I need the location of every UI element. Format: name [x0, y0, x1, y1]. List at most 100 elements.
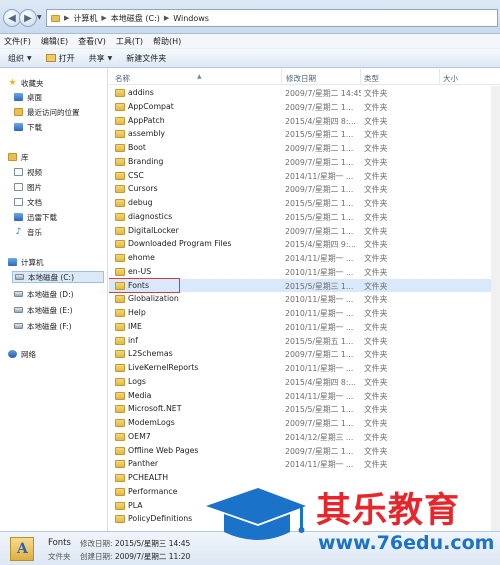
nav-pictures[interactable]: 图片: [14, 181, 42, 193]
column-type[interactable]: 类型: [364, 73, 379, 84]
file-row[interactable]: assembly 2015/5/星期二 1... 文件夹: [109, 127, 493, 141]
organize-button[interactable]: 组织 ▼: [8, 53, 32, 64]
file-row[interactable]: Media 2014/11/星期一 ... 文件夹: [109, 389, 493, 403]
nav-libraries[interactable]: 库: [8, 151, 29, 163]
file-row[interactable]: Cursors 2009/7/星期二 1... 文件夹: [109, 182, 493, 196]
file-row[interactable]: addins 2009/7/星期二 14:45 文件夹: [109, 86, 493, 100]
share-button[interactable]: 共享 ▼: [89, 53, 113, 64]
file-type: 文件夹: [364, 460, 388, 470]
file-row[interactable]: DigitalLocker 2009/7/星期二 1... 文件夹: [109, 224, 493, 238]
file-row[interactable]: ehome 2014/11/星期一 ... 文件夹: [109, 251, 493, 265]
forward-button[interactable]: ▶: [19, 9, 37, 27]
folder-icon: [115, 350, 125, 359]
file-row[interactable]: OEM7 2014/12/星期三 ... 文件夹: [109, 430, 493, 444]
file-row[interactable]: Help 2010/11/星期一 ... 文件夹: [109, 306, 493, 320]
file-type: 文件夹: [364, 212, 388, 222]
file-row[interactable]: AppPatch 2015/4/星期四 8:... 文件夹: [109, 114, 493, 128]
breadcrumb-drive-c[interactable]: 本地磁盘 (C:): [111, 13, 160, 24]
file-row[interactable]: LiveKernelReports 2010/11/星期一 ... 文件夹: [109, 361, 493, 375]
menu-help[interactable]: 帮助(H): [153, 36, 181, 47]
new-folder-button[interactable]: 新建文件夹: [126, 53, 166, 64]
column-divider[interactable]: [281, 69, 282, 85]
hard-drive-icon: [14, 291, 23, 297]
recent-pages-dropdown-icon[interactable]: ▼: [37, 14, 42, 21]
nav-network[interactable]: 网络: [8, 348, 36, 360]
column-size[interactable]: 大小: [443, 73, 458, 84]
file-row[interactable]: AppCompat 2009/7/星期二 1... 文件夹: [109, 100, 493, 114]
downloads-icon: [14, 123, 23, 131]
nav-drive-f[interactable]: 本地磁盘 (F:): [14, 320, 72, 332]
nav-drive-e[interactable]: 本地磁盘 (E:): [14, 304, 73, 316]
nav-desktop[interactable]: 桌面: [14, 91, 42, 103]
nav-music[interactable]: ♪ 音乐: [14, 226, 42, 238]
file-row[interactable]: ModemLogs 2009/7/星期二 1... 文件夹: [109, 416, 493, 430]
menu-tools[interactable]: 工具(T): [116, 36, 143, 47]
nav-documents[interactable]: 文档: [14, 196, 42, 208]
xunlei-icon: [14, 213, 23, 221]
folder-icon: [115, 267, 125, 276]
menu-file[interactable]: 文件(F): [4, 36, 31, 47]
file-row[interactable]: Downloaded Program Files 2015/4/星期四 9:...…: [109, 237, 493, 251]
file-name: IME: [128, 321, 142, 331]
file-name: Boot: [128, 143, 146, 152]
folder-icon: [115, 130, 125, 139]
file-row[interactable]: L2Schemas 2009/7/星期二 1... 文件夹: [109, 347, 493, 361]
breadcrumb-windows[interactable]: Windows: [173, 14, 209, 23]
column-name[interactable]: 名称: [115, 73, 130, 84]
file-date: 2014/11/星期一 ...: [285, 391, 354, 401]
file-row[interactable]: Globalization 2010/11/星期一 ... 文件夹: [109, 292, 493, 306]
address-bar[interactable]: ▶ 计算机 ▶ 本地磁盘 (C:) ▶ Windows: [46, 9, 498, 27]
nav-videos[interactable]: 视频: [14, 166, 42, 178]
chevron-right-icon[interactable]: ▶: [164, 14, 169, 22]
file-type: 文件夹: [364, 295, 388, 305]
file-type: 文件夹: [364, 185, 388, 195]
folder-icon: [115, 212, 125, 221]
menu-edit[interactable]: 编辑(E): [41, 36, 68, 47]
nav-drive-c[interactable]: 本地磁盘 (C:): [12, 271, 104, 283]
file-row[interactable]: Offline Web Pages 2009/7/星期二 1... 文件夹: [109, 444, 493, 458]
chevron-right-icon[interactable]: ▶: [64, 14, 69, 22]
file-row[interactable]: IME 2010/11/星期一 ... 文件夹: [109, 320, 493, 334]
open-button[interactable]: 打开: [45, 53, 75, 64]
details-modified: 修改日期: 2015/5/星期三 14:45: [80, 539, 191, 548]
nav-xunlei-downloads[interactable]: 迅雷下载: [14, 211, 57, 223]
column-divider[interactable]: [360, 69, 361, 85]
folder-icon: [115, 322, 125, 331]
file-row[interactable]: Microsoft.NET 2015/5/星期二 1... 文件夹: [109, 402, 493, 416]
file-date: 2009/7/星期二 1...: [285, 419, 354, 428]
address-row: ◀ ▶ ▼ ▶ 计算机 ▶ 本地磁盘 (C:) ▶ Windows: [0, 0, 500, 34]
file-name: Globalization: [128, 294, 179, 304]
column-date[interactable]: 修改日期: [286, 73, 316, 84]
network-icon: [8, 350, 17, 358]
file-row[interactable]: Panther 2014/11/星期一 ... 文件夹: [109, 457, 493, 471]
nav-favorites[interactable]: ★ 收藏夹: [8, 77, 43, 89]
menu-view[interactable]: 查看(V): [78, 36, 106, 47]
file-name: Logs: [128, 376, 146, 386]
file-row[interactable]: CSC 2014/11/星期一 ... 文件夹: [109, 169, 493, 183]
nav-computer[interactable]: 计算机: [8, 256, 44, 268]
vertical-scrollbar[interactable]: [491, 86, 500, 531]
file-type: 文件夹: [364, 391, 388, 401]
chevron-right-icon[interactable]: ▶: [101, 14, 106, 22]
folder-icon: [115, 295, 125, 304]
file-date: 2009/7/星期二 1...: [285, 185, 354, 195]
file-type: 文件夹: [364, 89, 388, 98]
hard-drive-icon: [15, 274, 24, 280]
file-row[interactable]: en-US 2010/11/星期一 ... 文件夹: [109, 265, 493, 279]
breadcrumb-computer[interactable]: 计算机: [73, 13, 97, 24]
file-row[interactable]: Branding 2009/7/星期二 1... 文件夹: [109, 155, 493, 169]
file-date: 2014/11/星期一 ...: [285, 460, 354, 470]
nav-drive-d[interactable]: 本地磁盘 (D:): [14, 288, 74, 300]
column-divider[interactable]: [439, 69, 440, 85]
nav-recent-places[interactable]: 最近访问的位置: [14, 106, 80, 118]
file-row[interactable]: Boot 2009/7/星期二 1... 文件夹: [109, 141, 493, 155]
file-row[interactable]: debug 2015/5/星期二 1... 文件夹: [109, 196, 493, 210]
file-row[interactable]: inf 2015/5/星期五 1... 文件夹: [109, 334, 493, 348]
file-date: 2010/11/星期一 ...: [285, 364, 354, 373]
file-date: 2010/11/星期一 ...: [285, 267, 354, 277]
file-row[interactable]: diagnostics 2015/5/星期二 1... 文件夹: [109, 210, 493, 224]
file-type: 文件夹: [364, 267, 388, 277]
file-row[interactable]: Fonts 2015/5/星期三 1... 文件夹: [109, 277, 493, 293]
nav-downloads[interactable]: 下载: [14, 121, 42, 133]
file-row[interactable]: Logs 2015/4/星期四 8:... 文件夹: [109, 375, 493, 389]
